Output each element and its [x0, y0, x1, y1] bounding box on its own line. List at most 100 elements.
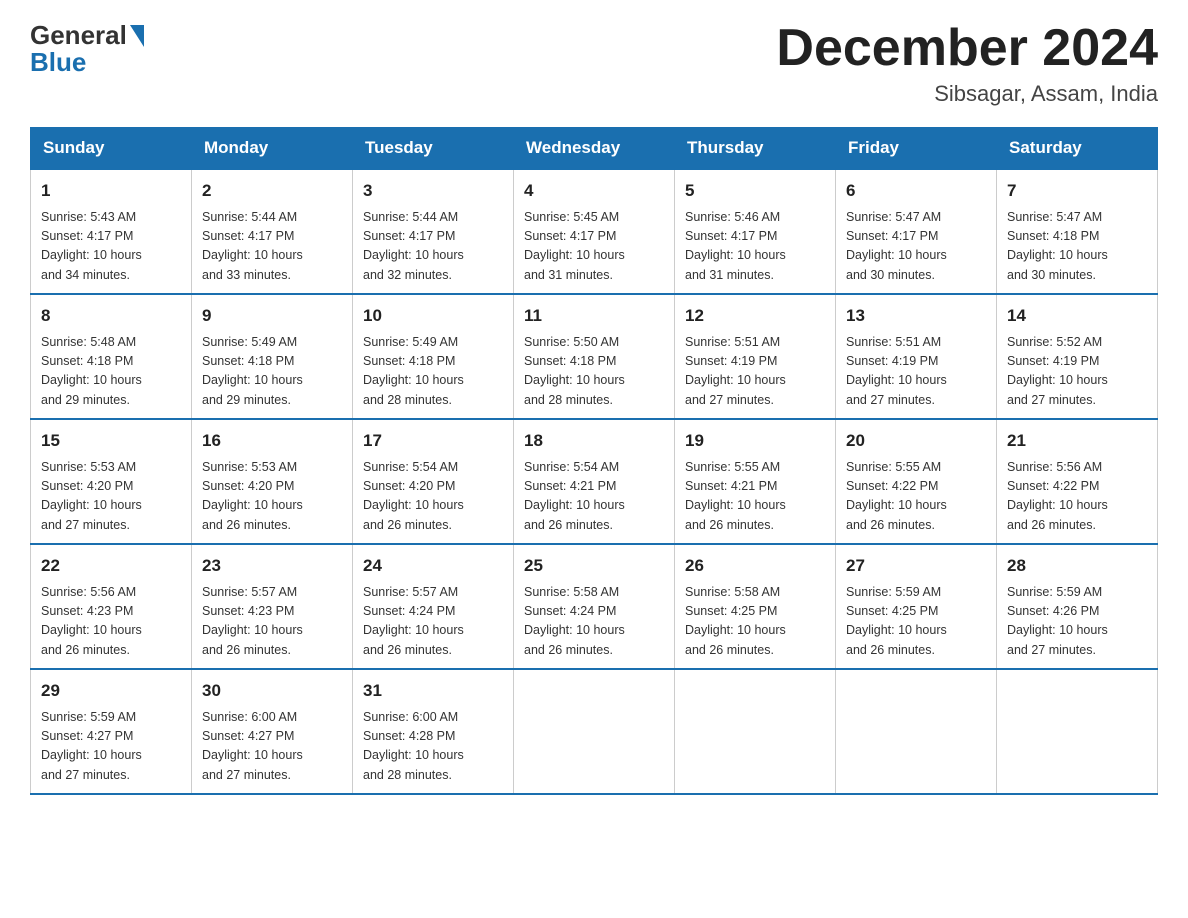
- calendar-cell: 29 Sunrise: 5:59 AM Sunset: 4:27 PM Dayl…: [31, 669, 192, 794]
- calendar-table: SundayMondayTuesdayWednesdayThursdayFrid…: [30, 127, 1158, 795]
- calendar-cell: [836, 669, 997, 794]
- cell-info: Sunrise: 5:54 AM Sunset: 4:20 PM Dayligh…: [363, 458, 503, 536]
- calendar-cell: 19 Sunrise: 5:55 AM Sunset: 4:21 PM Dayl…: [675, 419, 836, 544]
- calendar-cell: 3 Sunrise: 5:44 AM Sunset: 4:17 PM Dayli…: [353, 169, 514, 294]
- cell-info: Sunrise: 5:59 AM Sunset: 4:25 PM Dayligh…: [846, 583, 986, 661]
- cell-info: Sunrise: 5:43 AM Sunset: 4:17 PM Dayligh…: [41, 208, 181, 286]
- day-number: 5: [685, 178, 825, 204]
- calendar-cell: 21 Sunrise: 5:56 AM Sunset: 4:22 PM Dayl…: [997, 419, 1158, 544]
- cell-info: Sunrise: 5:55 AM Sunset: 4:21 PM Dayligh…: [685, 458, 825, 536]
- calendar-header-monday: Monday: [192, 128, 353, 170]
- calendar-header-thursday: Thursday: [675, 128, 836, 170]
- calendar-cell: 20 Sunrise: 5:55 AM Sunset: 4:22 PM Dayl…: [836, 419, 997, 544]
- cell-info: Sunrise: 5:53 AM Sunset: 4:20 PM Dayligh…: [202, 458, 342, 536]
- month-title: December 2024: [776, 20, 1158, 77]
- calendar-cell: [997, 669, 1158, 794]
- calendar-cell: 30 Sunrise: 6:00 AM Sunset: 4:27 PM Dayl…: [192, 669, 353, 794]
- day-number: 15: [41, 428, 181, 454]
- day-number: 16: [202, 428, 342, 454]
- cell-info: Sunrise: 5:56 AM Sunset: 4:22 PM Dayligh…: [1007, 458, 1147, 536]
- calendar-header-tuesday: Tuesday: [353, 128, 514, 170]
- calendar-cell: 26 Sunrise: 5:58 AM Sunset: 4:25 PM Dayl…: [675, 544, 836, 669]
- day-number: 28: [1007, 553, 1147, 579]
- cell-info: Sunrise: 5:47 AM Sunset: 4:18 PM Dayligh…: [1007, 208, 1147, 286]
- cell-info: Sunrise: 5:54 AM Sunset: 4:21 PM Dayligh…: [524, 458, 664, 536]
- calendar-cell: 24 Sunrise: 5:57 AM Sunset: 4:24 PM Dayl…: [353, 544, 514, 669]
- calendar-cell: 23 Sunrise: 5:57 AM Sunset: 4:23 PM Dayl…: [192, 544, 353, 669]
- calendar-cell: 12 Sunrise: 5:51 AM Sunset: 4:19 PM Dayl…: [675, 294, 836, 419]
- cell-info: Sunrise: 5:50 AM Sunset: 4:18 PM Dayligh…: [524, 333, 664, 411]
- calendar-cell: 4 Sunrise: 5:45 AM Sunset: 4:17 PM Dayli…: [514, 169, 675, 294]
- cell-info: Sunrise: 5:46 AM Sunset: 4:17 PM Dayligh…: [685, 208, 825, 286]
- calendar-cell: 17 Sunrise: 5:54 AM Sunset: 4:20 PM Dayl…: [353, 419, 514, 544]
- cell-info: Sunrise: 5:48 AM Sunset: 4:18 PM Dayligh…: [41, 333, 181, 411]
- day-number: 4: [524, 178, 664, 204]
- day-number: 10: [363, 303, 503, 329]
- calendar-cell: 7 Sunrise: 5:47 AM Sunset: 4:18 PM Dayli…: [997, 169, 1158, 294]
- calendar-cell: [514, 669, 675, 794]
- day-number: 31: [363, 678, 503, 704]
- cell-info: Sunrise: 5:52 AM Sunset: 4:19 PM Dayligh…: [1007, 333, 1147, 411]
- logo-blue-text: Blue: [30, 47, 86, 78]
- calendar-cell: 8 Sunrise: 5:48 AM Sunset: 4:18 PM Dayli…: [31, 294, 192, 419]
- cell-info: Sunrise: 5:58 AM Sunset: 4:24 PM Dayligh…: [524, 583, 664, 661]
- day-number: 24: [363, 553, 503, 579]
- cell-info: Sunrise: 6:00 AM Sunset: 4:27 PM Dayligh…: [202, 708, 342, 786]
- cell-info: Sunrise: 5:45 AM Sunset: 4:17 PM Dayligh…: [524, 208, 664, 286]
- cell-info: Sunrise: 5:51 AM Sunset: 4:19 PM Dayligh…: [846, 333, 986, 411]
- calendar-cell: 22 Sunrise: 5:56 AM Sunset: 4:23 PM Dayl…: [31, 544, 192, 669]
- day-number: 29: [41, 678, 181, 704]
- day-number: 27: [846, 553, 986, 579]
- page-header: General Blue December 2024 Sibsagar, Ass…: [30, 20, 1158, 107]
- calendar-cell: 1 Sunrise: 5:43 AM Sunset: 4:17 PM Dayli…: [31, 169, 192, 294]
- calendar-cell: 25 Sunrise: 5:58 AM Sunset: 4:24 PM Dayl…: [514, 544, 675, 669]
- calendar-cell: 18 Sunrise: 5:54 AM Sunset: 4:21 PM Dayl…: [514, 419, 675, 544]
- day-number: 18: [524, 428, 664, 454]
- day-number: 9: [202, 303, 342, 329]
- cell-info: Sunrise: 5:49 AM Sunset: 4:18 PM Dayligh…: [202, 333, 342, 411]
- cell-info: Sunrise: 5:59 AM Sunset: 4:26 PM Dayligh…: [1007, 583, 1147, 661]
- calendar-header-sunday: Sunday: [31, 128, 192, 170]
- calendar-cell: [675, 669, 836, 794]
- logo: General Blue: [30, 20, 144, 78]
- calendar-cell: 27 Sunrise: 5:59 AM Sunset: 4:25 PM Dayl…: [836, 544, 997, 669]
- calendar-cell: 28 Sunrise: 5:59 AM Sunset: 4:26 PM Dayl…: [997, 544, 1158, 669]
- cell-info: Sunrise: 5:58 AM Sunset: 4:25 PM Dayligh…: [685, 583, 825, 661]
- day-number: 26: [685, 553, 825, 579]
- cell-info: Sunrise: 5:44 AM Sunset: 4:17 PM Dayligh…: [363, 208, 503, 286]
- cell-info: Sunrise: 5:44 AM Sunset: 4:17 PM Dayligh…: [202, 208, 342, 286]
- cell-info: Sunrise: 5:47 AM Sunset: 4:17 PM Dayligh…: [846, 208, 986, 286]
- calendar-cell: 2 Sunrise: 5:44 AM Sunset: 4:17 PM Dayli…: [192, 169, 353, 294]
- calendar-cell: 10 Sunrise: 5:49 AM Sunset: 4:18 PM Dayl…: [353, 294, 514, 419]
- day-number: 19: [685, 428, 825, 454]
- day-number: 13: [846, 303, 986, 329]
- calendar-week-row: 22 Sunrise: 5:56 AM Sunset: 4:23 PM Dayl…: [31, 544, 1158, 669]
- day-number: 3: [363, 178, 503, 204]
- calendar-header-row: SundayMondayTuesdayWednesdayThursdayFrid…: [31, 128, 1158, 170]
- calendar-cell: 5 Sunrise: 5:46 AM Sunset: 4:17 PM Dayli…: [675, 169, 836, 294]
- calendar-cell: 11 Sunrise: 5:50 AM Sunset: 4:18 PM Dayl…: [514, 294, 675, 419]
- location-text: Sibsagar, Assam, India: [776, 81, 1158, 107]
- calendar-week-row: 29 Sunrise: 5:59 AM Sunset: 4:27 PM Dayl…: [31, 669, 1158, 794]
- calendar-cell: 15 Sunrise: 5:53 AM Sunset: 4:20 PM Dayl…: [31, 419, 192, 544]
- day-number: 2: [202, 178, 342, 204]
- calendar-cell: 31 Sunrise: 6:00 AM Sunset: 4:28 PM Dayl…: [353, 669, 514, 794]
- cell-info: Sunrise: 5:53 AM Sunset: 4:20 PM Dayligh…: [41, 458, 181, 536]
- cell-info: Sunrise: 5:49 AM Sunset: 4:18 PM Dayligh…: [363, 333, 503, 411]
- calendar-cell: 6 Sunrise: 5:47 AM Sunset: 4:17 PM Dayli…: [836, 169, 997, 294]
- cell-info: Sunrise: 5:51 AM Sunset: 4:19 PM Dayligh…: [685, 333, 825, 411]
- day-number: 23: [202, 553, 342, 579]
- day-number: 20: [846, 428, 986, 454]
- cell-info: Sunrise: 5:56 AM Sunset: 4:23 PM Dayligh…: [41, 583, 181, 661]
- calendar-week-row: 8 Sunrise: 5:48 AM Sunset: 4:18 PM Dayli…: [31, 294, 1158, 419]
- day-number: 22: [41, 553, 181, 579]
- day-number: 17: [363, 428, 503, 454]
- cell-info: Sunrise: 5:59 AM Sunset: 4:27 PM Dayligh…: [41, 708, 181, 786]
- calendar-cell: 13 Sunrise: 5:51 AM Sunset: 4:19 PM Dayl…: [836, 294, 997, 419]
- day-number: 21: [1007, 428, 1147, 454]
- day-number: 12: [685, 303, 825, 329]
- day-number: 30: [202, 678, 342, 704]
- cell-info: Sunrise: 5:57 AM Sunset: 4:23 PM Dayligh…: [202, 583, 342, 661]
- calendar-header-wednesday: Wednesday: [514, 128, 675, 170]
- calendar-week-row: 15 Sunrise: 5:53 AM Sunset: 4:20 PM Dayl…: [31, 419, 1158, 544]
